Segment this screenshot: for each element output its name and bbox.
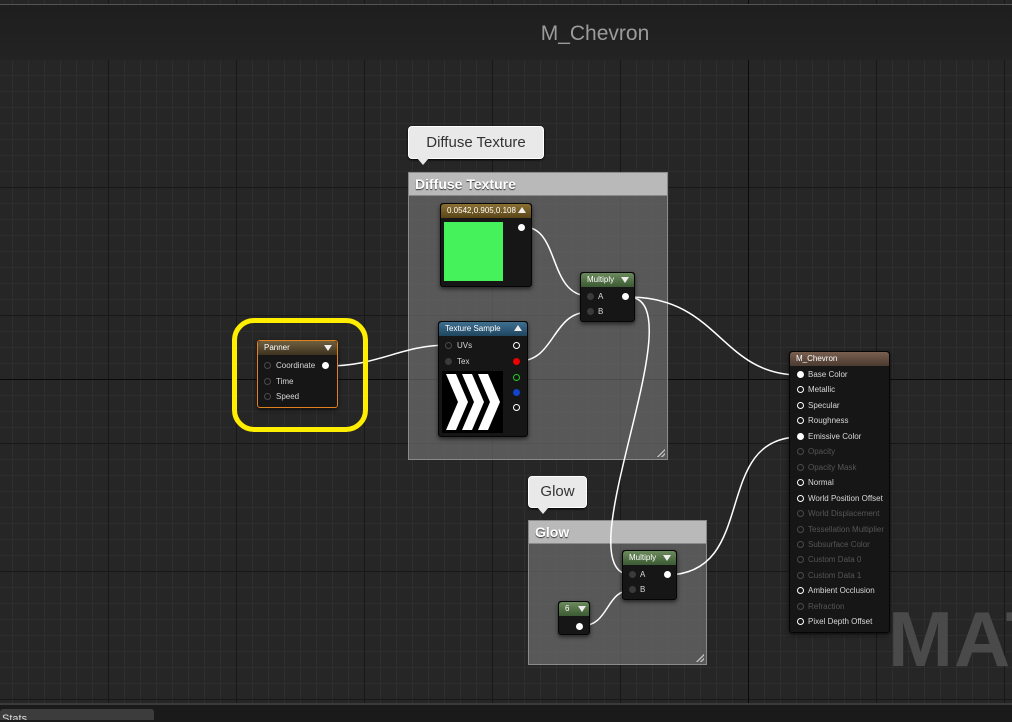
g-output-pin[interactable]: [513, 374, 520, 381]
root-input-label: Pixel Depth Offset: [808, 617, 873, 627]
root-input-pin[interactable]: [797, 417, 804, 425]
constant3-vector-node[interactable]: 0.0542,0.905,0.108: [440, 203, 532, 287]
root-input-label: Opacity: [808, 447, 836, 457]
collapse-arrow-icon[interactable]: [578, 606, 586, 612]
root-input-label: World Displacement: [808, 509, 880, 519]
tex-input-pin[interactable]: [445, 358, 452, 365]
material-root-node[interactable]: M_Chevron Base Color Metallic Specular Roug…: [789, 351, 890, 633]
wire-texture-to-multiply-b: [518, 311, 590, 362]
r-output-pin[interactable]: [513, 358, 520, 365]
root-input-label: Custom Data 1: [808, 570, 862, 580]
constant3-node-title: 0.0542,0.905,0.108: [447, 206, 516, 215]
a-input-pin[interactable]: [587, 293, 594, 300]
coordinate-label: Coordinate: [276, 361, 316, 370]
collapse-arrow-icon[interactable]: [518, 207, 526, 213]
root-input-label: Refraction: [808, 601, 845, 611]
root-input-pin[interactable]: [797, 571, 804, 579]
texture-sample-title: Texture Sample: [445, 324, 501, 333]
uvs-input-pin[interactable]: [445, 342, 452, 349]
output-pin[interactable]: [322, 362, 329, 369]
root-input-pin[interactable]: [797, 618, 804, 626]
texture-sample-header[interactable]: Texture Sample: [439, 322, 527, 336]
coordinate-input-pin[interactable]: [264, 362, 271, 369]
root-input-label: Metallic: [808, 385, 836, 395]
rgb-output-pin[interactable]: [513, 342, 520, 349]
wire-multiply-to-basecolor: [627, 296, 801, 376]
b-label: B: [640, 585, 646, 594]
a-label: A: [598, 292, 604, 301]
collapse-arrow-icon[interactable]: [324, 345, 332, 351]
collapse-arrow-icon[interactable]: [663, 555, 671, 561]
multiply-node-title: Multiply: [587, 275, 615, 284]
chevron-texture-preview: [442, 371, 503, 433]
root-input-label: Ambient Occlusion: [808, 586, 875, 596]
texture-sample-node[interactable]: Texture Sample UVs Tex: [438, 321, 528, 437]
output-pin[interactable]: [664, 571, 671, 578]
wire-multiply-to-glow-a: [610, 296, 650, 576]
b-label: B: [598, 307, 604, 316]
b-input-pin[interactable]: [587, 308, 594, 315]
multiply-node-header[interactable]: Multiply: [623, 551, 676, 565]
color-preview-swatch: [444, 222, 503, 281]
constant-six-node[interactable]: 6: [558, 601, 590, 635]
root-input-label: Tessellation Multiplier: [808, 524, 885, 534]
root-input-label: Normal: [808, 478, 834, 488]
root-input-pin[interactable]: [797, 494, 804, 502]
time-label: Time: [276, 377, 294, 386]
panner-node[interactable]: Panner Coordinate Time Speed: [257, 340, 338, 408]
panner-node-title: Panner: [264, 343, 290, 352]
collapse-arrow-icon[interactable]: [514, 325, 522, 331]
root-input-pin[interactable]: [797, 587, 804, 595]
root-input-pin[interactable]: [797, 602, 804, 610]
a-output-pin[interactable]: [513, 404, 520, 411]
root-input-pin[interactable]: [797, 432, 804, 440]
root-node-header[interactable]: M_Chevron: [790, 352, 889, 366]
multiply-node-glow[interactable]: Multiply A B: [622, 550, 677, 600]
multiply-node-header[interactable]: Multiply: [581, 273, 634, 287]
root-input-pin[interactable]: [797, 371, 804, 378]
root-input-label: Roughness: [808, 416, 849, 426]
root-input-label: Custom Data 0: [808, 555, 862, 565]
root-input-pin[interactable]: [797, 479, 804, 487]
tex-label: Tex: [457, 357, 470, 366]
root-input-pin[interactable]: [797, 463, 804, 471]
a-label: A: [640, 570, 646, 579]
root-input-label: Specular: [808, 400, 840, 410]
constant-node-header[interactable]: 6: [559, 602, 589, 616]
collapse-arrow-icon[interactable]: [621, 277, 629, 283]
uvs-label: UVs: [457, 341, 473, 350]
root-input-pin[interactable]: [797, 510, 804, 518]
material-watermark: MATERIAL: [888, 600, 1012, 678]
b-input-pin[interactable]: [629, 586, 636, 593]
wire-glow-to-emissive: [665, 436, 801, 576]
root-input-pin[interactable]: [797, 540, 804, 548]
root-input-label: Subsurface Color: [808, 539, 870, 549]
multiply-node-title: Multiply: [629, 553, 657, 562]
root-node-title: M_Chevron: [796, 354, 838, 363]
root-input-pin[interactable]: [797, 556, 804, 564]
root-input-pin[interactable]: [797, 401, 804, 409]
a-input-pin[interactable]: [629, 571, 636, 578]
b-output-pin[interactable]: [513, 389, 520, 396]
constant3-node-header[interactable]: 0.0542,0.905,0.108: [441, 204, 531, 218]
root-input-label: Opacity Mask: [808, 462, 857, 472]
root-input-pin[interactable]: [797, 448, 804, 456]
speed-input-pin[interactable]: [264, 393, 271, 400]
root-input-label: Emissive Color: [808, 431, 862, 441]
output-pin[interactable]: [622, 293, 629, 300]
panner-node-header[interactable]: Panner: [258, 341, 337, 355]
time-input-pin[interactable]: [264, 378, 271, 385]
root-input-label: World Position Offset: [808, 493, 883, 503]
output-pin[interactable]: [518, 224, 525, 231]
stats-tab[interactable]: Stats: [0, 709, 154, 720]
output-pin[interactable]: [576, 623, 583, 630]
multiply-node-diffuse[interactable]: Multiply A B: [580, 272, 635, 322]
speed-label: Speed: [276, 392, 300, 401]
root-input-pin[interactable]: [797, 386, 804, 394]
constant-node-title: 6: [565, 604, 570, 613]
root-input-label: Base Color: [808, 370, 848, 379]
root-input-pin[interactable]: [797, 525, 804, 533]
